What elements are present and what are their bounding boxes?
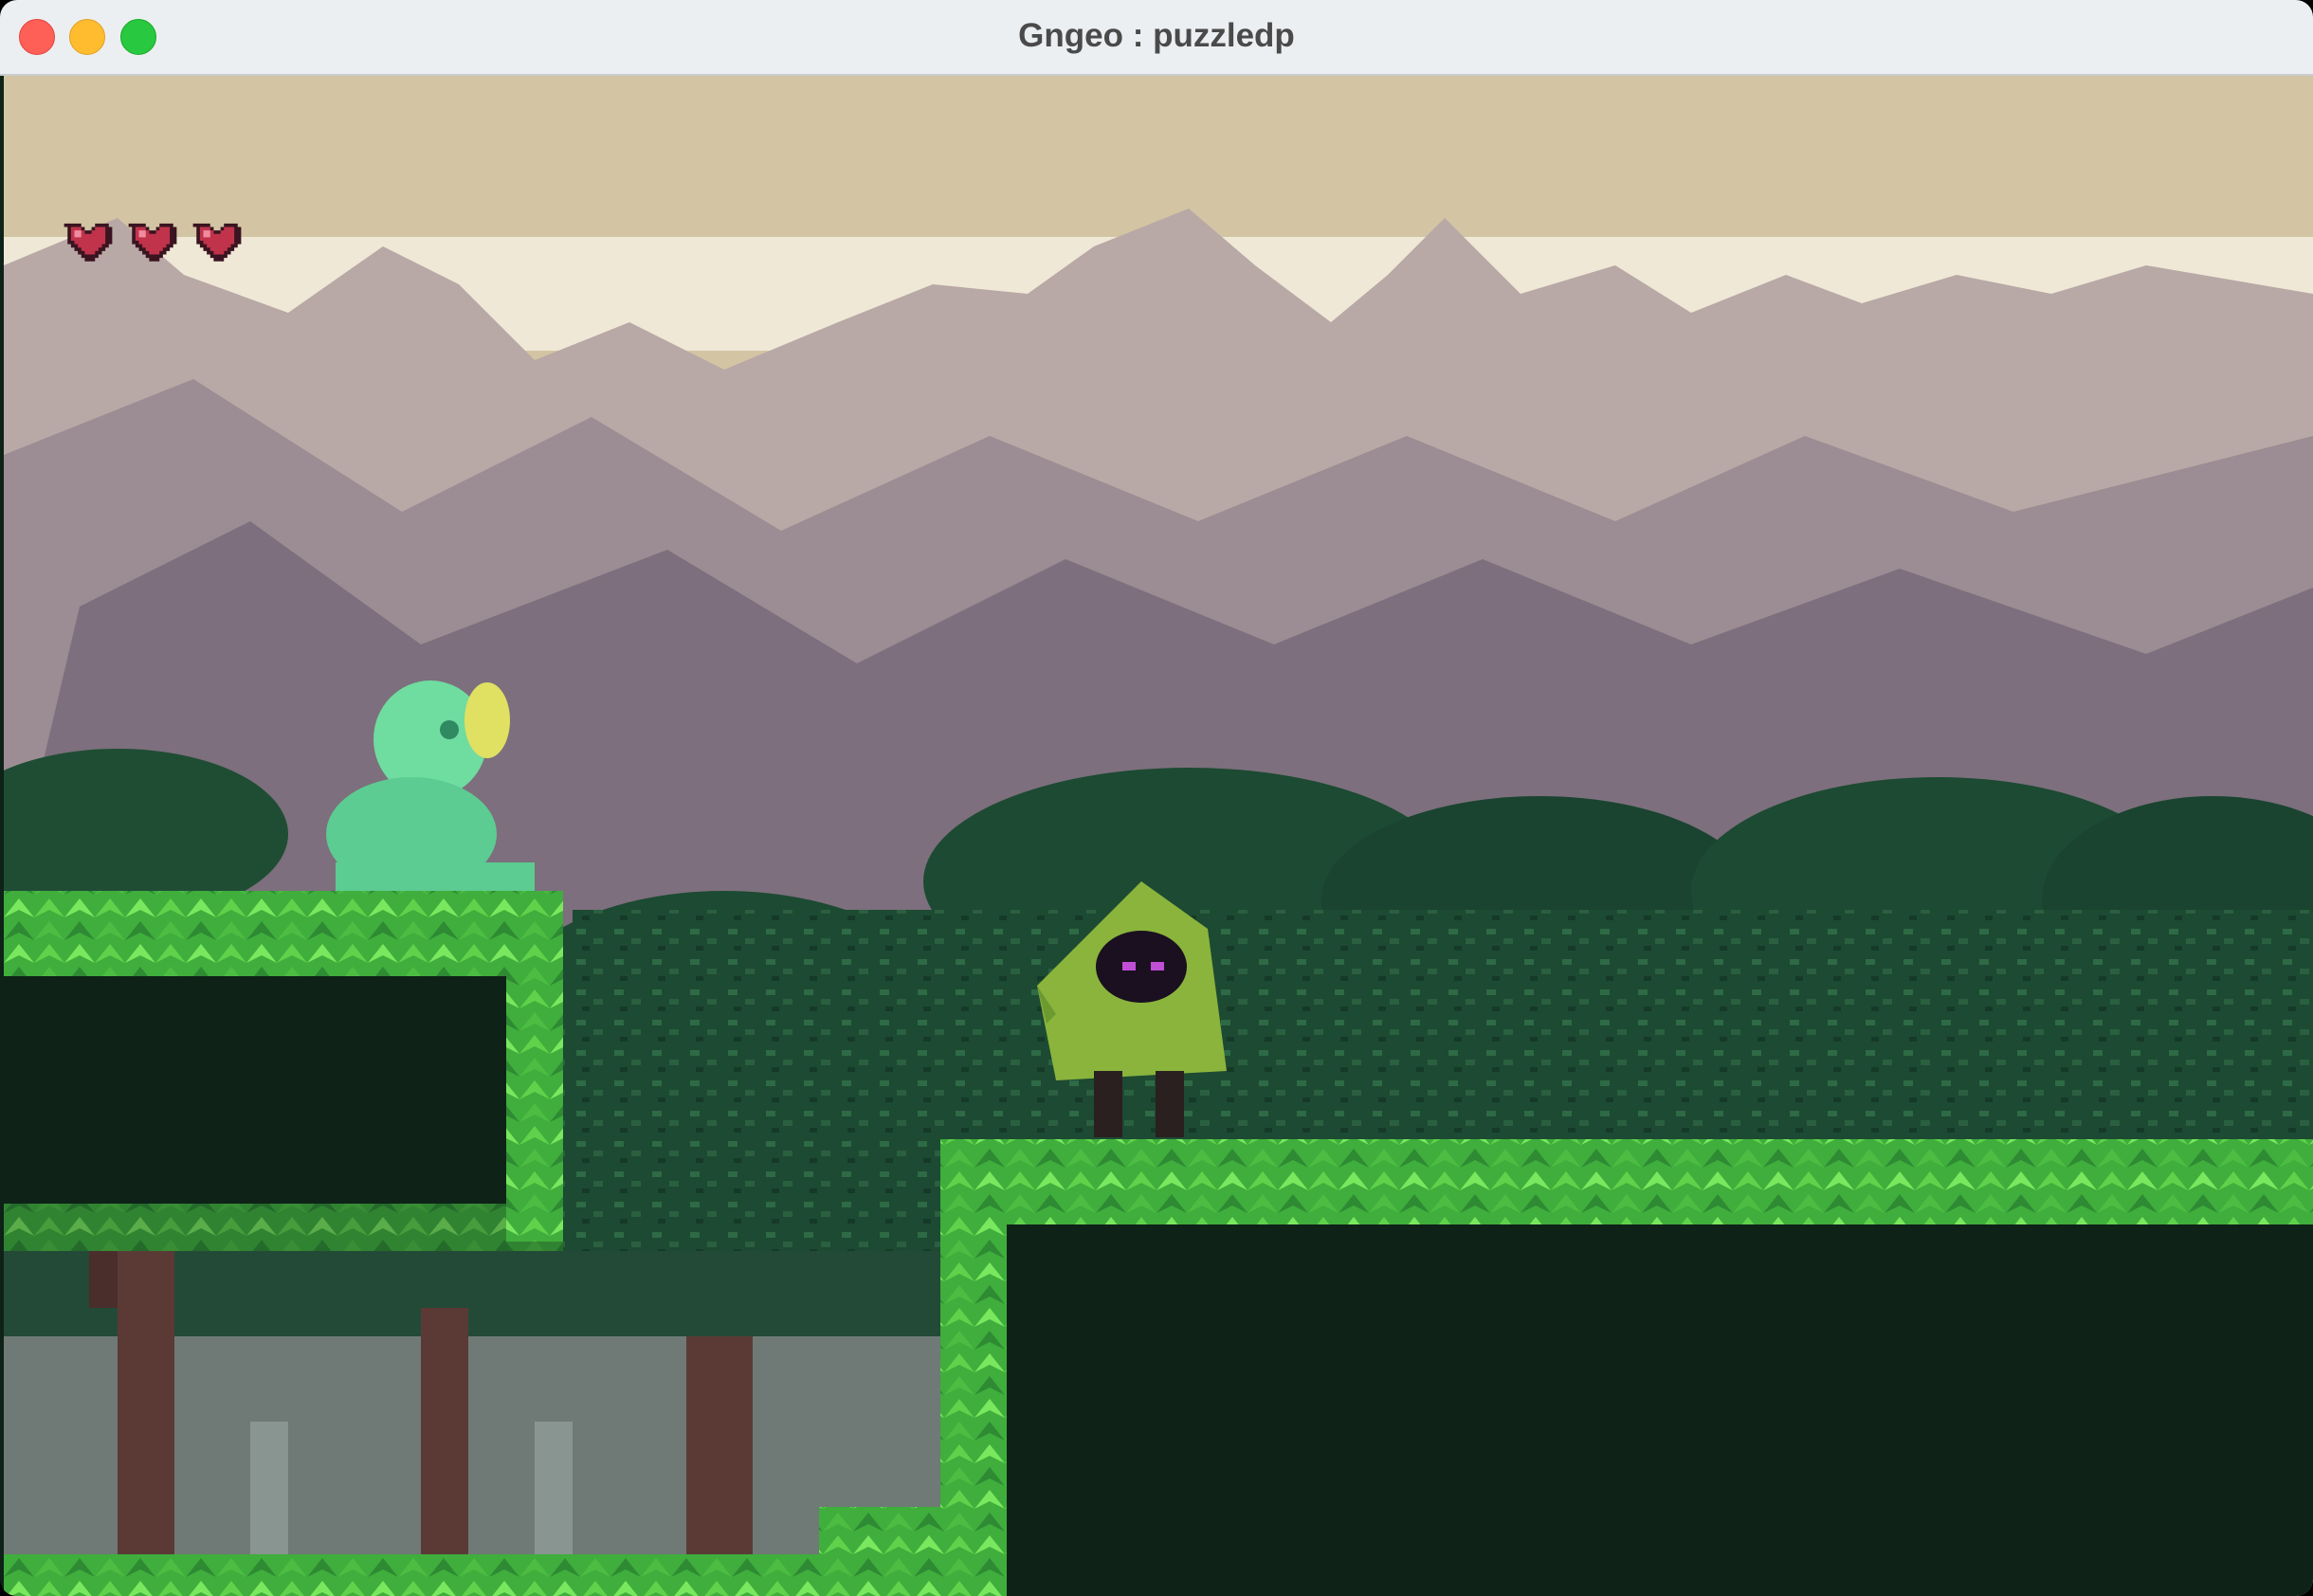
game-scene [4,76,2313,1596]
heart-icon [192,223,242,262]
heart-icon [64,223,113,262]
health-hearts [61,213,245,268]
bottom-ground [4,1554,829,1596]
game-window: Gngeo : puzzledp [0,0,2313,1596]
heart-icon [128,223,177,262]
game-viewport[interactable] [4,76,2313,1596]
window-title: Gngeo : puzzledp [1018,17,1295,54]
title-bar: Gngeo : puzzledp [0,0,2313,76]
